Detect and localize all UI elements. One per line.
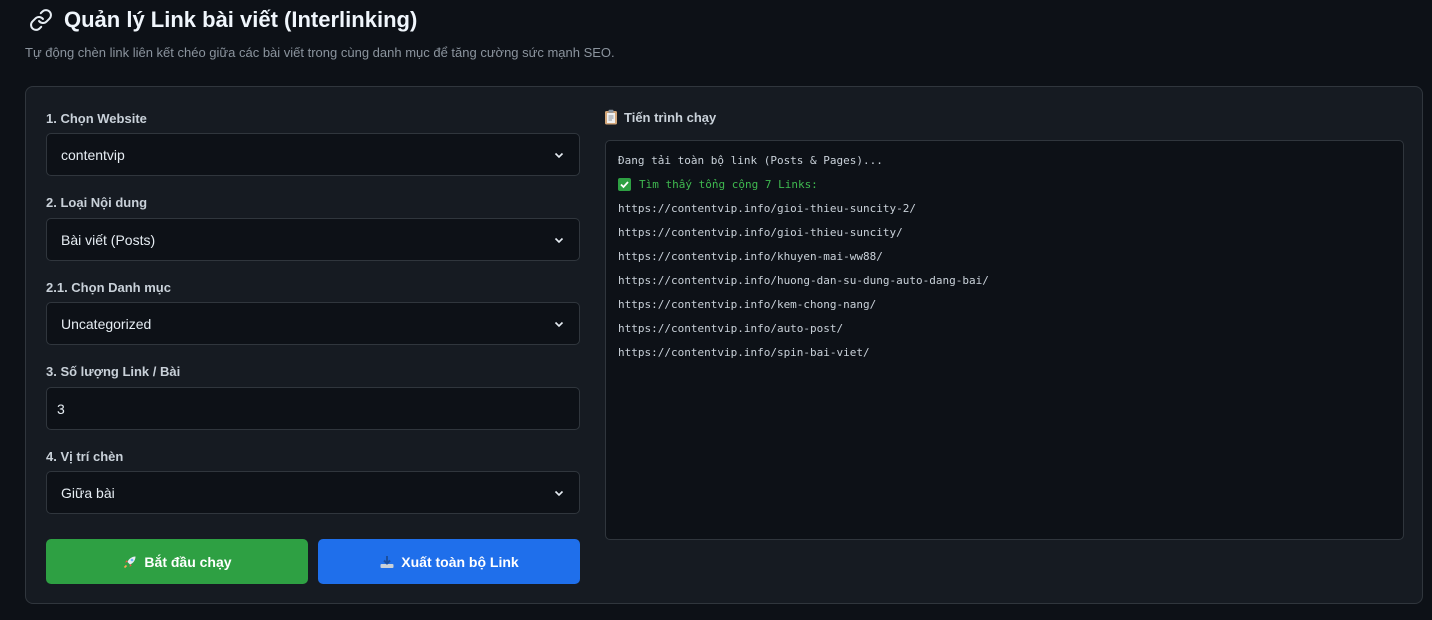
category-select[interactable]: Uncategorized bbox=[46, 302, 580, 345]
log-link-line: https://contentvip.info/gioi-thieu-sunci… bbox=[618, 226, 903, 239]
log-found-text: Tìm thấy tổng cộng 7 Links: bbox=[639, 178, 818, 191]
start-button[interactable]: Bắt đầu chạy bbox=[46, 539, 308, 584]
link-count-label: 3. Số lượng Link / Bài bbox=[46, 364, 181, 379]
export-button-label: Xuất toàn bộ Link bbox=[401, 553, 519, 570]
website-select-value: contentvip bbox=[61, 146, 125, 163]
start-button-label: Bắt đầu chạy bbox=[144, 553, 232, 570]
link-count-value: 3 bbox=[57, 400, 65, 417]
clipboard-icon bbox=[604, 109, 618, 125]
content-type-label: 2. Loại Nội dung bbox=[46, 195, 148, 210]
chevron-down-icon bbox=[553, 234, 565, 246]
content-type-select-value: Bài viết (Posts) bbox=[61, 231, 156, 248]
link-count-input[interactable]: 3 bbox=[46, 387, 580, 430]
category-select-value: Uncategorized bbox=[61, 315, 152, 332]
website-select[interactable]: contentvip bbox=[46, 133, 580, 176]
progress-title: Tiến trình chạy bbox=[604, 109, 716, 125]
position-label: 4. Vị trí chèn bbox=[46, 449, 124, 464]
content-type-select[interactable]: Bài viết (Posts) bbox=[46, 218, 580, 261]
progress-title-label: Tiến trình chạy bbox=[624, 109, 717, 125]
position-select-value: Giữa bài bbox=[61, 484, 115, 501]
main-panel: 1. Chọn Website contentvip 2. Loại Nội d… bbox=[25, 86, 1423, 604]
rocket-icon bbox=[122, 554, 138, 570]
page-subtitle: Tự động chèn link liên kết chéo giữa các… bbox=[25, 45, 615, 60]
log-link-line: https://contentvip.info/auto-post/ bbox=[618, 322, 844, 335]
log-link-line: https://contentvip.info/huong-dan-su-dun… bbox=[618, 274, 989, 287]
chevron-down-icon bbox=[553, 318, 565, 330]
log-loading-line: Đang tải toàn bộ link (Posts & Pages)... bbox=[618, 154, 883, 167]
log-link-line: https://contentvip.info/spin-bai-viet/ bbox=[618, 346, 870, 359]
log-link-line: https://contentvip.info/kem-chong-nang/ bbox=[618, 298, 877, 311]
page-header: Quản lý Link bài viết (Interlinking) bbox=[28, 4, 1408, 36]
check-icon bbox=[618, 178, 631, 191]
export-button[interactable]: Xuất toàn bộ Link bbox=[318, 539, 580, 584]
category-label: 2.1. Chọn Danh mục bbox=[46, 280, 171, 295]
chevron-down-icon bbox=[553, 487, 565, 499]
log-link-line: https://contentvip.info/khuyen-mai-ww88/ bbox=[618, 250, 883, 263]
website-label: 1. Chọn Website bbox=[46, 111, 147, 126]
log-link-line: https://contentvip.info/gioi-thieu-sunci… bbox=[618, 202, 917, 215]
chevron-down-icon bbox=[553, 149, 565, 161]
position-select[interactable]: Giữa bài bbox=[46, 471, 580, 514]
page-title: Quản lý Link bài viết (Interlinking) bbox=[64, 7, 418, 32]
link-icon bbox=[28, 7, 54, 33]
log-found-line: Tìm thấy tổng cộng 7 Links: bbox=[618, 177, 1391, 201]
title-row: Quản lý Link bài viết (Interlinking) bbox=[28, 4, 1408, 36]
download-icon bbox=[379, 554, 395, 570]
log-console[interactable]: Đang tải toàn bộ link (Posts & Pages)...… bbox=[605, 140, 1404, 540]
